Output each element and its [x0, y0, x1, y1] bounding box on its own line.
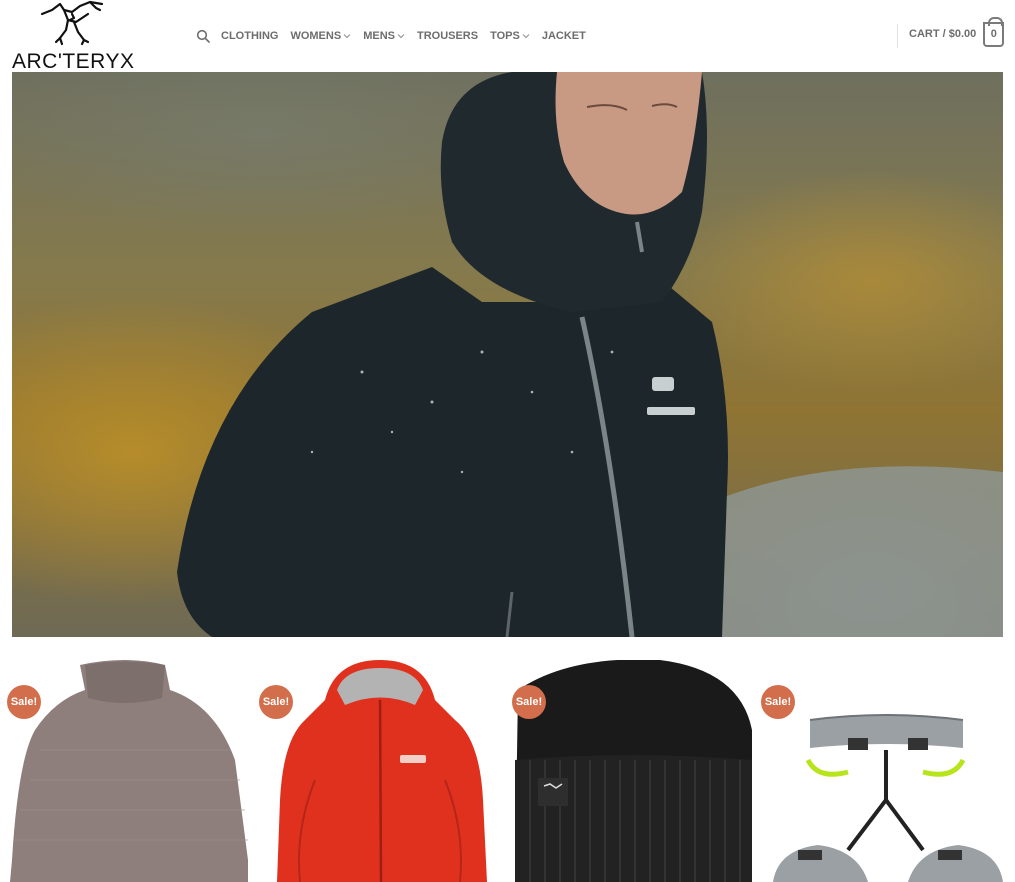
nav-item-trousers[interactable]: TROUSERS	[417, 30, 478, 42]
sale-badge: Sale!	[7, 685, 41, 719]
main-navigation: CLOTHING WOMENS MENS TROUSERS TOPS JACKE…	[195, 26, 598, 46]
hero-image	[177, 72, 1003, 637]
product-card[interactable]: Sale!	[510, 660, 755, 882]
sale-badge: Sale!	[512, 685, 546, 719]
nav-item-label: WOMENS	[290, 30, 342, 42]
chevron-down-icon	[522, 34, 530, 39]
product-card[interactable]: Sale!	[255, 660, 505, 882]
brand-logo[interactable]: ARC'TERYX	[12, 0, 135, 73]
cart-count-icon: 0	[983, 16, 1005, 47]
product-card[interactable]: Sale!	[758, 660, 1015, 882]
nav-item-label: TROUSERS	[416, 30, 479, 42]
site-header: ARC'TERYX CLOTHING WOMENS MENS TROUSERS …	[0, 0, 1015, 73]
chevron-down-icon	[397, 34, 405, 39]
hero-banner[interactable]	[12, 72, 1003, 637]
nav-item-mens[interactable]: MENS	[363, 30, 405, 42]
nav-item-label: TOPS	[490, 30, 520, 42]
product-image-red-jacket	[277, 660, 487, 882]
nav-item-label: CLOTHING	[221, 30, 279, 42]
cart-link[interactable]: CART / $0.00 0	[909, 16, 1005, 48]
product-image-beanie	[515, 660, 752, 882]
nav-item-tops[interactable]: TOPS	[490, 30, 530, 42]
sale-badge: Sale!	[761, 685, 795, 719]
nav-item-jacket[interactable]: JACKET	[542, 30, 586, 42]
product-card[interactable]: Sale!	[0, 660, 250, 882]
nav-item-clothing[interactable]: CLOTHING	[221, 30, 278, 42]
nav-item-womens[interactable]: WOMENS	[290, 30, 351, 42]
nav-item-label: MENS	[363, 30, 395, 42]
archaeopteryx-icon	[40, 0, 104, 46]
product-grid: Sale! Sale! Sale! Sale!	[0, 660, 1015, 882]
sale-badge: Sale!	[259, 685, 293, 719]
search-icon[interactable]	[195, 28, 211, 44]
cart-total: CART / $0.00	[909, 28, 977, 40]
header-divider	[897, 24, 898, 48]
product-image-harness	[773, 714, 1003, 882]
nav-item-label: JACKET	[541, 30, 586, 42]
chevron-down-icon	[343, 34, 351, 39]
brand-wordmark: ARC'TERYX	[12, 50, 135, 73]
